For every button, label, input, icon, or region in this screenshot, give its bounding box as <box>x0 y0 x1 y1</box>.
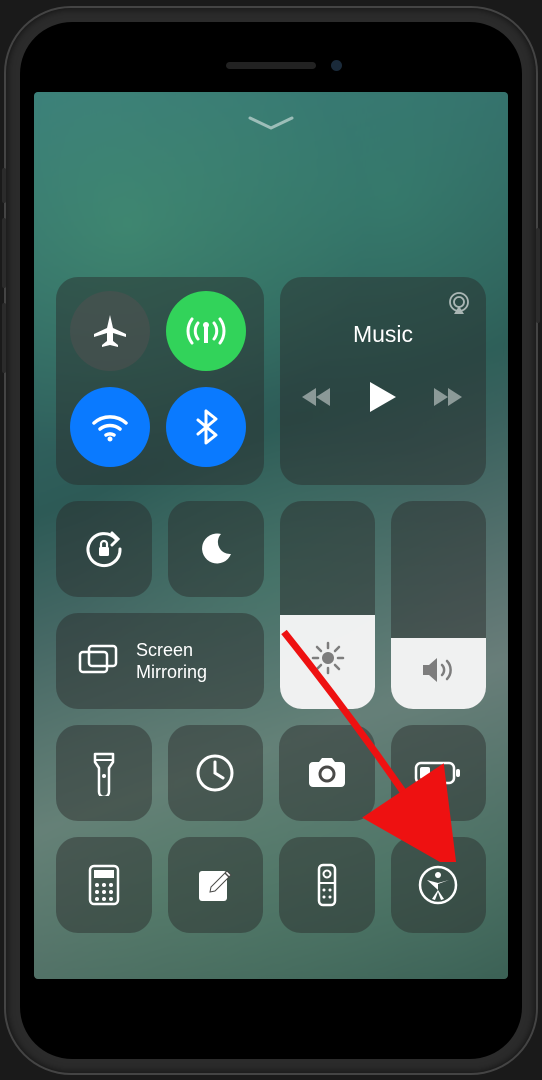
camera-icon <box>305 756 349 790</box>
cellular-data-toggle[interactable] <box>166 291 246 371</box>
bluetooth-toggle[interactable] <box>166 387 246 467</box>
media-title: Music <box>353 321 413 348</box>
accessibility-button[interactable] <box>391 837 487 933</box>
calculator-icon <box>88 864 120 906</box>
volume-down-button <box>2 303 6 373</box>
airplane-mode-toggle[interactable] <box>70 291 150 371</box>
dismiss-chevron-icon[interactable] <box>248 116 294 132</box>
remote-icon <box>317 863 337 907</box>
moon-icon <box>197 530 235 568</box>
wifi-icon <box>88 405 132 449</box>
flashlight-icon <box>91 750 117 796</box>
screen: Music <box>34 92 508 979</box>
play-icon[interactable] <box>370 382 396 412</box>
note-button[interactable] <box>168 837 264 933</box>
camera-button[interactable] <box>279 725 375 821</box>
phone-bezel: Music <box>20 22 522 1059</box>
flashlight-button[interactable] <box>56 725 152 821</box>
earpiece <box>226 62 316 69</box>
orientation-lock-icon <box>82 527 126 571</box>
control-center: Music <box>56 277 486 949</box>
media-module[interactable]: Music <box>280 277 486 485</box>
front-camera <box>331 60 342 71</box>
volume-icon <box>421 655 457 685</box>
timer-button[interactable] <box>168 725 264 821</box>
connectivity-module[interactable] <box>56 277 264 485</box>
wifi-toggle[interactable] <box>70 387 150 467</box>
brightness-slider[interactable] <box>280 501 375 709</box>
bluetooth-icon <box>186 407 226 447</box>
accessibility-icon <box>417 864 459 906</box>
volume-slider[interactable] <box>391 501 486 709</box>
note-icon <box>195 865 235 905</box>
calculator-button[interactable] <box>56 837 152 933</box>
power-button <box>536 228 540 323</box>
mute-switch <box>2 168 6 203</box>
orientation-lock-toggle[interactable] <box>56 501 152 597</box>
do-not-disturb-toggle[interactable] <box>168 501 264 597</box>
phone-frame: Music <box>6 8 536 1073</box>
rewind-icon[interactable] <box>302 387 332 407</box>
remote-button[interactable] <box>279 837 375 933</box>
fast-forward-icon[interactable] <box>434 387 464 407</box>
cellular-icon <box>184 309 228 353</box>
screen-mirroring-button[interactable]: Screen Mirroring <box>56 613 264 709</box>
battery-icon <box>414 761 462 785</box>
media-controls <box>302 382 464 412</box>
timer-icon <box>194 752 236 794</box>
airplane-icon <box>90 311 130 351</box>
screen-mirroring-label: Screen Mirroring <box>136 639 207 683</box>
brightness-icon <box>311 641 345 675</box>
screen-mirroring-icon <box>78 644 118 678</box>
airplay-icon[interactable] <box>446 291 472 317</box>
volume-up-button <box>2 218 6 288</box>
low-power-button[interactable] <box>391 725 487 821</box>
